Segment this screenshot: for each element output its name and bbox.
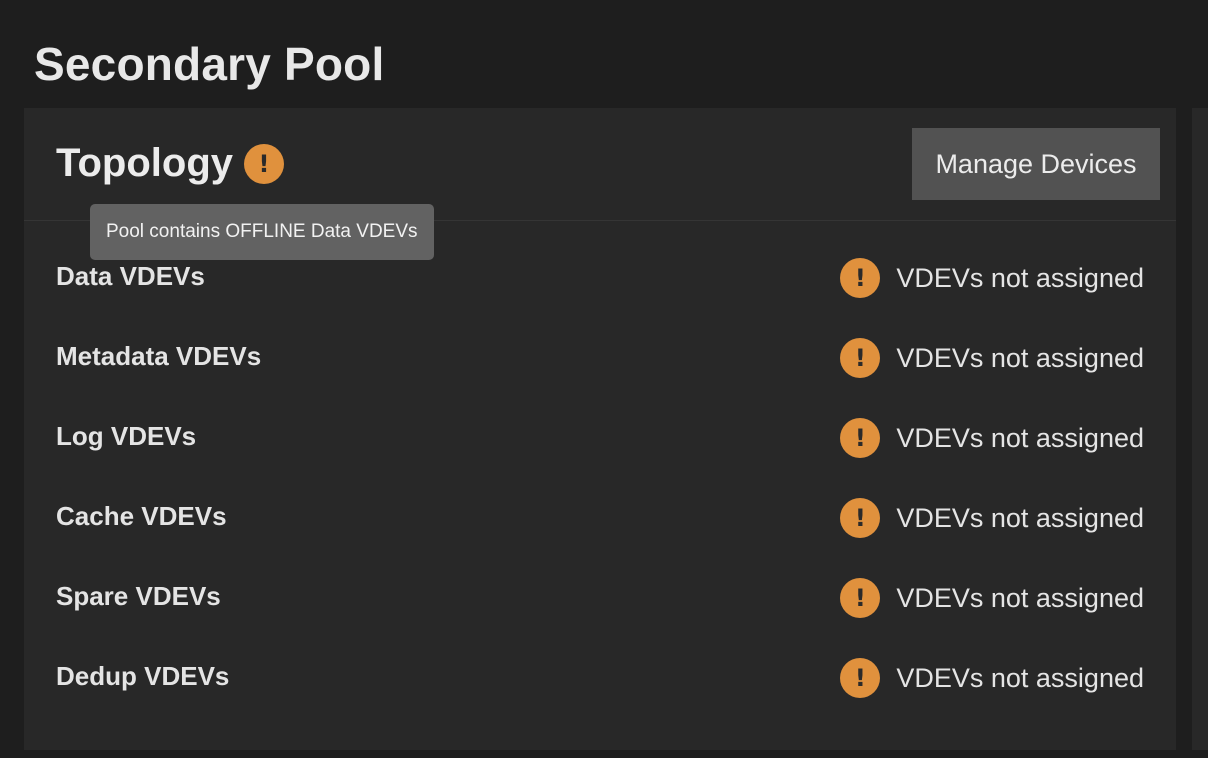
vdev-row-label: Spare VDEVs [56, 581, 221, 611]
vdev-row-status: ! VDEVs not assigned [840, 418, 1144, 458]
vdev-row-spare: Spare VDEVs ! VDEVs not assigned [24, 558, 1176, 638]
vdev-row-label: Dedup VDEVs [56, 661, 230, 691]
warning-icon: ! [840, 498, 881, 538]
page-title: Secondary Pool [34, 38, 385, 90]
warning-icon: ! [840, 418, 881, 458]
adjacent-card-edge [1192, 108, 1208, 750]
vdev-row-metadata: Metadata VDEVs ! VDEVs not assigned [24, 318, 1176, 398]
warning-icon: ! [840, 258, 881, 298]
vdev-row-dedup: Dedup VDEVs ! VDEVs not assigned [24, 638, 1176, 718]
vdev-row-status: ! VDEVs not assigned [840, 258, 1144, 298]
warning-icon: ! [840, 658, 881, 698]
vdev-status-text: VDEVs not assigned [896, 343, 1144, 373]
vdev-row-cache: Cache VDEVs ! VDEVs not assigned [24, 478, 1176, 558]
vdev-row-label: Data VDEVs [56, 261, 205, 291]
vdev-status-text: VDEVs not assigned [896, 583, 1144, 613]
manage-devices-button[interactable]: Manage Devices [912, 128, 1160, 200]
vdev-row-log: Log VDEVs ! VDEVs not assigned [24, 398, 1176, 478]
vdev-row-status: ! VDEVs not assigned [840, 658, 1144, 698]
vdev-row-label: Cache VDEVs [56, 501, 227, 531]
offline-vdevs-tooltip: Pool contains OFFLINE Data VDEVs [90, 204, 434, 260]
vdev-status-text: VDEVs not assigned [896, 663, 1144, 693]
vdev-list: Data VDEVs ! VDEVs not assigned Metadata… [24, 238, 1176, 718]
topology-warning-icon[interactable]: ! [244, 144, 284, 184]
topology-title: Topology [56, 141, 233, 185]
warning-icon: ! [840, 338, 881, 378]
vdev-row-status: ! VDEVs not assigned [840, 498, 1144, 538]
vdev-row-label: Metadata VDEVs [56, 341, 262, 371]
vdev-status-text: VDEVs not assigned [896, 423, 1144, 453]
vdev-status-text: VDEVs not assigned [896, 503, 1144, 533]
vdev-status-text: VDEVs not assigned [896, 263, 1144, 293]
warning-icon: ! [840, 578, 881, 618]
vdev-row-status: ! VDEVs not assigned [840, 578, 1144, 618]
vdev-row-label: Log VDEVs [56, 421, 197, 451]
vdev-row-status: ! VDEVs not assigned [840, 338, 1144, 378]
